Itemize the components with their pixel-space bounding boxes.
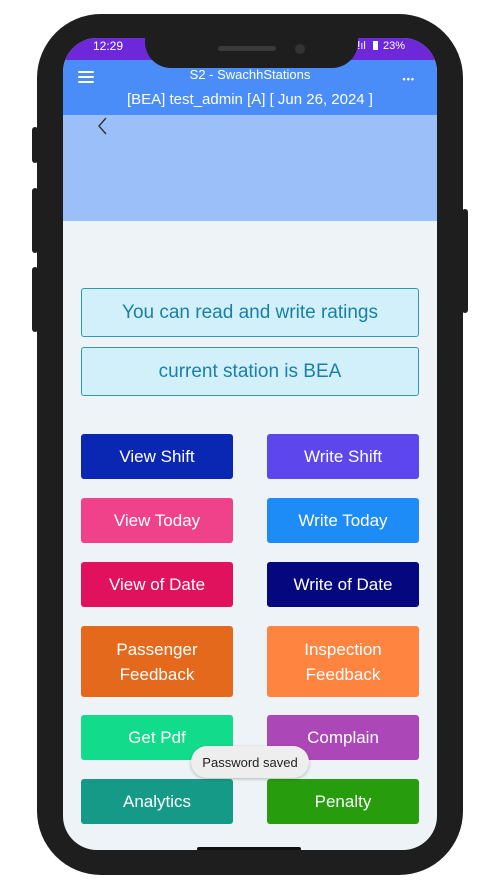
- view-of-date-button[interactable]: View of Date: [81, 562, 233, 607]
- app-title: S2 - SwachhStations: [189, 67, 311, 82]
- battery-percent: 23%: [382, 40, 405, 52]
- battery-icon: [372, 41, 378, 50]
- penalty-button[interactable]: Penalty: [267, 779, 419, 824]
- station-info: current station is BEA: [81, 347, 419, 396]
- status-time: 12:29: [93, 39, 124, 53]
- phone-volume-down-button: [32, 267, 38, 332]
- status-indicators: ⵑıl 23%: [357, 39, 405, 52]
- write-of-date-button[interactable]: Write of Date: [267, 562, 419, 607]
- toast-message: Password saved: [191, 746, 309, 778]
- banner-area: [63, 115, 437, 221]
- phone-volume-up-button: [32, 188, 38, 253]
- permission-info: You can read and write ratings: [81, 288, 419, 337]
- chevron-left-icon[interactable]: [96, 115, 110, 137]
- view-shift-button[interactable]: View Shift: [81, 434, 233, 479]
- analytics-button[interactable]: Analytics: [81, 779, 233, 824]
- phone-side-button: [32, 127, 38, 163]
- more-options-icon[interactable]: •••: [403, 74, 415, 84]
- home-indicator[interactable]: [197, 847, 301, 850]
- app-header: S2 - SwachhStations [BEA] test_admin [A]…: [63, 60, 437, 115]
- view-today-button[interactable]: View Today: [81, 498, 233, 543]
- write-today-button[interactable]: Write Today: [267, 498, 419, 543]
- speaker-grille: [218, 46, 276, 51]
- inspection-feedback-button[interactable]: Inspection Feedback: [267, 626, 419, 697]
- front-camera: [295, 44, 305, 54]
- signal-icon: ⵑıl: [357, 40, 366, 52]
- app-subtitle: [BEA] test_admin [A] [ Jun 26, 2024 ]: [127, 91, 373, 108]
- passenger-feedback-button[interactable]: Passenger Feedback: [81, 626, 233, 697]
- app-screen: 12:29 ⵑıl 23% S2 - SwachhStations [BEA] …: [63, 38, 437, 850]
- phone-power-button: [462, 209, 468, 313]
- write-shift-button[interactable]: Write Shift: [267, 434, 419, 479]
- camera-notch: [145, 38, 358, 68]
